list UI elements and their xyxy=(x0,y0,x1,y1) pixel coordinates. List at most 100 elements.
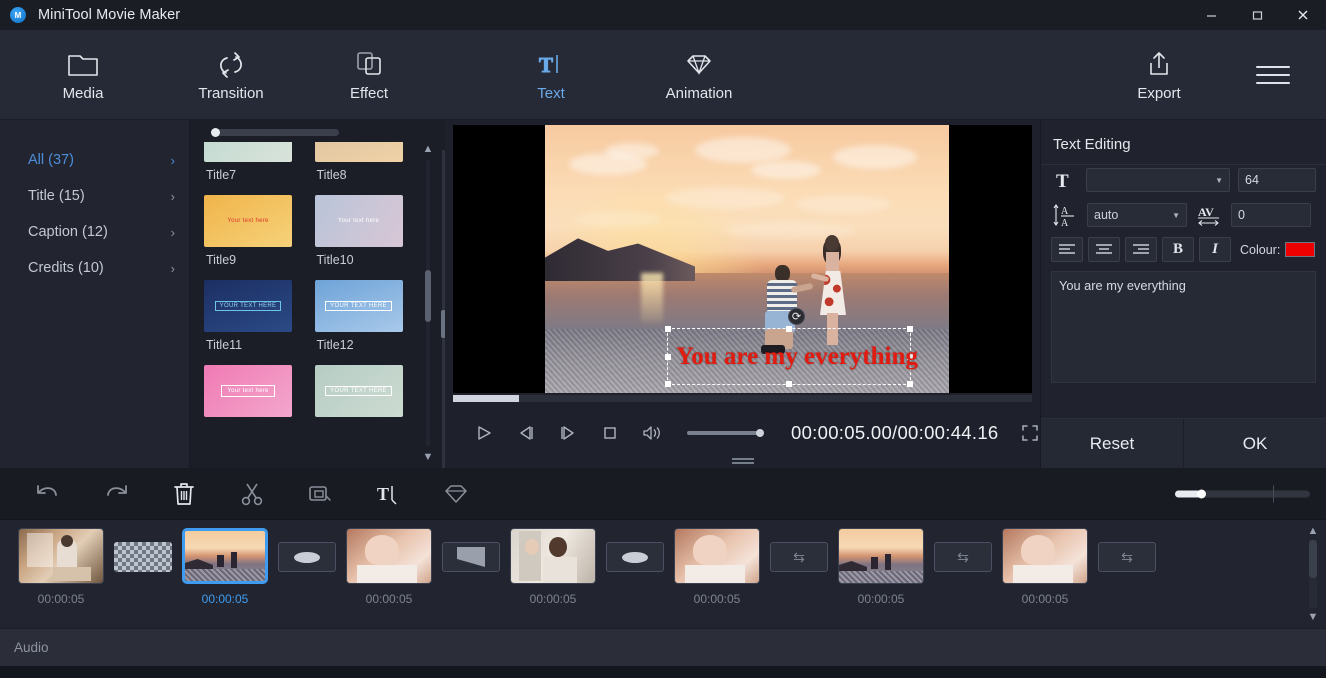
category-item-credits[interactable]: Credits (10) › xyxy=(0,250,189,286)
animation-button[interactable] xyxy=(422,474,490,514)
template-item[interactable]: Your text here Title10 xyxy=(314,195,403,275)
scroll-down-icon[interactable]: ▼ xyxy=(423,450,434,464)
video-canvas[interactable]: ⟳ You are my everything xyxy=(453,125,1032,393)
scroll-up-icon[interactable]: ▲ xyxy=(423,142,434,156)
arrow-icon: ⇆ xyxy=(957,548,969,565)
delete-button[interactable] xyxy=(150,474,218,514)
ok-button[interactable]: OK xyxy=(1184,419,1326,468)
scrollbar-track[interactable] xyxy=(1309,540,1317,608)
resize-handle[interactable] xyxy=(786,381,792,387)
text-tool-button[interactable]: T xyxy=(354,474,422,514)
volume-button[interactable] xyxy=(631,415,673,451)
align-left-button[interactable] xyxy=(1051,237,1083,262)
line-spacing-select[interactable]: auto ▼ xyxy=(1087,203,1187,227)
preview-progress-bar[interactable] xyxy=(453,395,1032,402)
timeline-zoom-slider[interactable] xyxy=(1175,485,1310,502)
template-item[interactable]: Your text here Title8 xyxy=(314,142,403,190)
align-right-button[interactable] xyxy=(1125,237,1157,262)
hamburger-menu-icon[interactable] xyxy=(1256,62,1290,88)
resize-handle[interactable] xyxy=(907,326,913,332)
split-button[interactable] xyxy=(218,474,286,514)
scroll-down-icon[interactable]: ▼ xyxy=(1308,610,1319,624)
timeline-clip[interactable]: 00:00:05 xyxy=(1002,528,1088,606)
timeline-transition[interactable]: ⇆ xyxy=(770,542,828,572)
timeline-clip[interactable]: 00:00:05 xyxy=(18,528,104,606)
timeline-transition[interactable] xyxy=(606,542,664,572)
ribbon-tab-media[interactable]: Media xyxy=(28,36,138,114)
resize-handle[interactable] xyxy=(665,326,671,332)
template-item[interactable]: Your text here xyxy=(204,365,292,425)
resize-handle[interactable] xyxy=(786,326,792,332)
font-family-select[interactable]: ▼ xyxy=(1086,168,1231,192)
transition-thumbnail: ⇆ xyxy=(1098,542,1156,572)
timeline-clip[interactable]: 00:00:05 xyxy=(510,528,596,606)
thumbnail-size-slider[interactable] xyxy=(211,128,339,137)
volume-slider[interactable] xyxy=(687,429,764,437)
rotate-icon[interactable]: ⟳ xyxy=(788,308,805,325)
line-spacing-value: auto xyxy=(1094,208,1119,222)
maximize-button[interactable] xyxy=(1234,0,1280,30)
preview-progress-fill xyxy=(453,395,519,402)
timeline-clip[interactable]: 00:00:05 xyxy=(182,528,268,606)
text-editing-panel: Text Editing T ▼ 64 A A auto ▼ AV 0 B I … xyxy=(1040,120,1326,468)
preview-resize-grip[interactable] xyxy=(731,458,754,464)
resize-handle[interactable] xyxy=(907,381,913,387)
resize-handle[interactable] xyxy=(665,381,671,387)
scrollbar-thumb[interactable] xyxy=(1309,540,1317,578)
timeline-clip[interactable]: 00:00:05 xyxy=(346,528,432,606)
ribbon-tab-animation[interactable]: Animation xyxy=(644,36,754,114)
reset-button[interactable]: Reset xyxy=(1041,419,1184,468)
timeline-clip[interactable]: 00:00:05 xyxy=(838,528,924,606)
timeline-clip[interactable]: 00:00:05 xyxy=(674,528,760,606)
ribbon-tab-effect[interactable]: Effect xyxy=(314,36,424,114)
ribbon-tab-transition[interactable]: Transition xyxy=(176,36,286,114)
template-item[interactable]: Title7 xyxy=(204,142,292,190)
svg-text:T: T xyxy=(1056,171,1069,191)
previous-frame-button[interactable] xyxy=(505,415,547,451)
redo-button[interactable] xyxy=(82,474,150,514)
template-item[interactable]: Your text here Title9 xyxy=(204,195,292,275)
close-button[interactable] xyxy=(1280,0,1326,30)
play-button[interactable] xyxy=(463,415,505,451)
category-item-caption[interactable]: Caption (12) › xyxy=(0,214,189,250)
timeline-scrollbar[interactable]: ▲ ▼ xyxy=(1306,524,1320,624)
timeline-transition[interactable] xyxy=(442,542,500,572)
scrollbar-track[interactable] xyxy=(425,160,431,446)
italic-button[interactable]: I xyxy=(1199,237,1231,262)
colour-swatch[interactable] xyxy=(1285,242,1316,257)
timeline-transition[interactable]: ⇆ xyxy=(934,542,992,572)
audio-track[interactable]: Audio xyxy=(0,628,1326,666)
volume-knob[interactable] xyxy=(756,429,764,437)
scroll-up-icon[interactable]: ▲ xyxy=(1308,524,1319,538)
overlay-text[interactable]: You are my everything xyxy=(676,343,918,371)
undo-button[interactable] xyxy=(14,474,82,514)
zoom-knob[interactable] xyxy=(1197,489,1206,498)
timeline-transition[interactable] xyxy=(278,542,336,572)
timeline-transition[interactable]: ⇆ xyxy=(1098,542,1156,572)
fullscreen-button[interactable] xyxy=(1021,424,1039,442)
template-item[interactable]: YOUR TEXT HERE xyxy=(314,365,403,425)
template-scrollbar[interactable]: ▲ ▼ xyxy=(421,142,435,464)
minimize-button[interactable] xyxy=(1188,0,1234,30)
next-frame-button[interactable] xyxy=(547,415,589,451)
resize-handle[interactable] xyxy=(665,353,671,360)
crop-button[interactable] xyxy=(286,474,354,514)
stop-button[interactable] xyxy=(589,415,631,451)
slider-knob[interactable] xyxy=(211,128,220,137)
category-item-title[interactable]: Title (15) › xyxy=(0,178,189,214)
ribbon-tab-export[interactable]: Export xyxy=(1104,36,1214,114)
template-preview-text: Your text here xyxy=(221,385,275,397)
template-item[interactable]: YOUR TEXT HERE Title12 xyxy=(314,280,403,360)
text-content-input[interactable]: You are my everything xyxy=(1051,271,1316,383)
font-size-input[interactable]: 64 xyxy=(1238,168,1316,192)
ribbon-tab-text[interactable]: T Text xyxy=(496,36,606,114)
ellipse-icon xyxy=(294,551,320,563)
letter-spacing-input[interactable]: 0 xyxy=(1231,203,1311,227)
align-center-button[interactable] xyxy=(1088,237,1120,262)
text-selection-box[interactable]: You are my everything xyxy=(665,326,918,387)
bold-button[interactable]: B xyxy=(1162,237,1194,262)
timeline-transition[interactable] xyxy=(114,542,172,572)
template-item[interactable]: YOUR TEXT HERE Title11 xyxy=(204,280,292,360)
category-item-all[interactable]: All (37) › xyxy=(0,142,189,178)
scrollbar-thumb[interactable] xyxy=(425,270,431,322)
